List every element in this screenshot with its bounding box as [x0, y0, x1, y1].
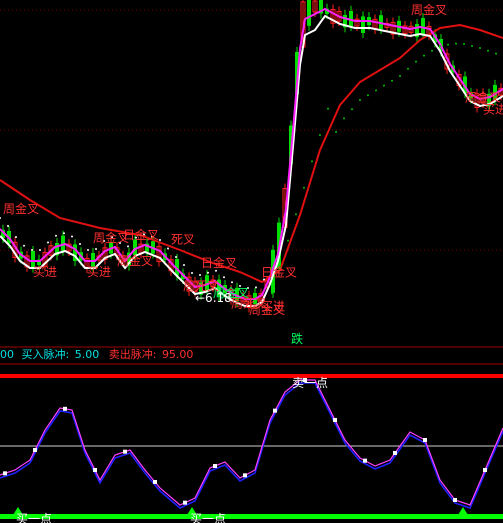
price-annotation-label: ←6.18	[195, 291, 232, 305]
trend-dot	[327, 107, 329, 110]
indicator-info-bar: 00 买入脉冲: 5.00 卖出脉冲: 95.00	[0, 348, 193, 362]
trend-dot	[479, 47, 481, 49]
oscillator-marker	[333, 418, 337, 422]
trend-dot	[39, 249, 41, 251]
trend-dot	[383, 84, 385, 87]
trend-dot	[15, 236, 17, 238]
trend-dot	[311, 160, 313, 163]
trend-dot	[87, 249, 89, 251]
trend-dot	[439, 45, 441, 47]
price-annotation-label: 周金叉	[117, 253, 153, 268]
trend-dot	[495, 52, 497, 55]
trend-dot	[295, 213, 297, 216]
price-annotation-label: 日金叉	[261, 265, 297, 280]
stock-chart: 周金叉买进 买进周金叉日金叉周金叉死叉日金叉周金叉周死叉周死叉←6.18买进周金叉…	[0, 0, 503, 523]
price-annotation-label: 跌	[291, 331, 303, 346]
trend-dot	[159, 239, 161, 241]
oscillator-marker	[273, 408, 277, 413]
price-candle-down	[421, 18, 425, 34]
trend-dot	[7, 225, 9, 227]
sell-pulse-label: 卖出脉冲:	[108, 348, 157, 361]
oscillator-marker	[423, 438, 427, 442]
oscillator-marker	[363, 458, 367, 463]
trend-dot	[183, 264, 185, 266]
trend-dot	[127, 245, 129, 248]
trend-dot	[375, 89, 377, 92]
trend-dot	[175, 256, 177, 258]
trend-dot	[207, 271, 209, 274]
oscillator-marker	[183, 500, 187, 505]
trend-dot	[95, 248, 97, 250]
sell-level-line	[0, 374, 503, 378]
trend-dot	[167, 247, 169, 250]
oscillator-marker	[93, 468, 97, 472]
trend-dot	[343, 117, 345, 120]
price-annotation-label: 买进	[33, 265, 57, 279]
price-annotation-label: 日金叉	[201, 255, 237, 270]
trend-dot	[487, 49, 489, 52]
trend-dot	[47, 241, 49, 244]
price-annotation-label: 周金叉	[3, 201, 39, 216]
trend-dot	[55, 234, 57, 237]
trend-dot	[359, 99, 361, 101]
trend-dot	[431, 49, 433, 52]
trend-dot	[455, 42, 457, 45]
oscillator-marker	[243, 473, 247, 478]
trend-dot	[223, 276, 225, 279]
trend-dot	[215, 269, 217, 272]
trend-dot	[391, 79, 393, 82]
trend-dot	[351, 108, 353, 111]
sell-pulse-value: 95.00	[161, 348, 194, 361]
oscillator-marker	[123, 449, 127, 454]
oscillator-marker	[153, 480, 157, 484]
trend-dot	[287, 239, 289, 242]
trend-dot	[471, 45, 473, 47]
oscillator-marker	[63, 406, 67, 411]
trend-dot	[199, 274, 201, 276]
trend-dot	[423, 54, 425, 57]
oscillator-marker	[483, 468, 487, 472]
oscillator-annotation-label: 买一点	[16, 512, 52, 523]
trend-dot	[303, 186, 305, 189]
oscillator-annotation-label: 买一点	[190, 512, 226, 523]
price-annotation-label: 死叉	[171, 233, 195, 247]
trend-dot	[367, 94, 369, 97]
trend-dot	[415, 60, 417, 63]
trend-dot	[271, 292, 273, 295]
oscillator-marker	[393, 451, 397, 455]
oscillator-marker	[3, 471, 7, 476]
buy-pulse-value: 5.00	[74, 348, 100, 361]
trend-dot	[31, 249, 33, 251]
buy-pulse-label: 买入脉冲:	[21, 348, 70, 361]
trend-dot	[231, 281, 233, 284]
trend-dot	[63, 232, 65, 235]
oscillator-marker	[453, 498, 457, 502]
price-annotation-label: 买进	[87, 265, 111, 279]
trend-dot	[255, 286, 257, 289]
price-annotation-label: 买进	[483, 102, 503, 116]
price-annotation-label: 周金叉	[411, 2, 447, 17]
buy-level-line	[0, 514, 503, 519]
trend-dot	[319, 134, 321, 136]
trend-dot	[399, 75, 401, 77]
prev-value: 00	[0, 348, 14, 361]
price-candle-down	[307, 0, 311, 26]
trend-dot	[71, 235, 73, 238]
trend-dot	[23, 244, 25, 247]
trend-dot	[447, 43, 449, 46]
trend-dot	[79, 243, 81, 245]
trend-dot	[407, 67, 409, 70]
price-candle-down	[361, 16, 365, 33]
price-annotation-label: 周金叉	[249, 302, 285, 317]
oscillator-marker	[33, 448, 37, 452]
trend-dot	[191, 272, 193, 274]
trend-dot	[335, 131, 337, 133]
price-annotation-label: 日金叉	[123, 227, 159, 242]
oscillator-marker	[213, 464, 217, 468]
trend-dot	[463, 43, 465, 45]
oscillator-annotation-label: 卖一点	[292, 376, 328, 390]
